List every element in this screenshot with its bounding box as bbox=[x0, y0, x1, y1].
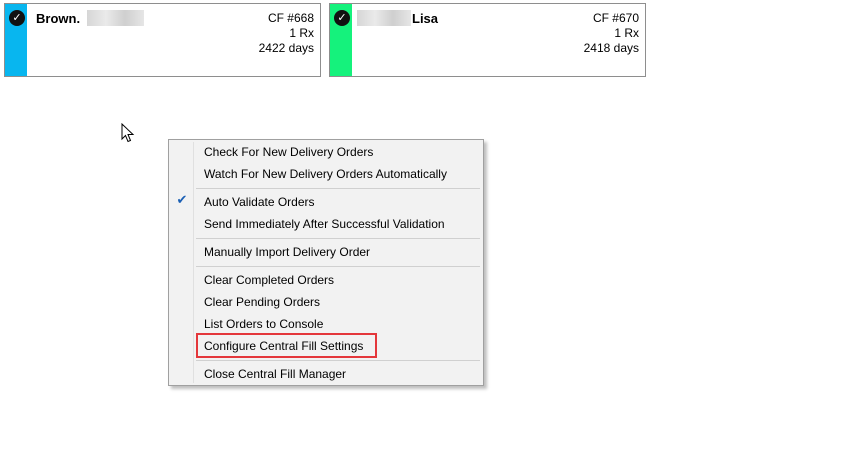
menu-item-manual-import[interactable]: Manually Import Delivery Order bbox=[204, 242, 370, 262]
menu-item-watch-new-orders[interactable]: Watch For New Delivery Orders Automatica… bbox=[204, 164, 447, 184]
rx-count: 1 Rx bbox=[289, 26, 314, 40]
menu-item-clear-pending[interactable]: Clear Pending Orders bbox=[204, 292, 320, 312]
patient-name: Brown. bbox=[36, 11, 81, 26]
menu-item-auto-validate[interactable]: Auto Validate Orders bbox=[204, 192, 315, 212]
menu-item-list-orders[interactable]: List Orders to Console bbox=[204, 314, 323, 334]
menu-separator bbox=[196, 360, 480, 361]
order-details: CF #670 1 Rx 2418 days bbox=[584, 11, 639, 56]
menu-item-send-immediately[interactable]: Send Immediately After Successful Valida… bbox=[204, 214, 445, 234]
menu-item-close-manager[interactable]: Close Central Fill Manager bbox=[204, 364, 346, 384]
menu-separator bbox=[196, 266, 480, 267]
order-card-lisa[interactable]: ✓ Lisa CF #670 1 Rx 2418 days bbox=[329, 3, 646, 77]
order-card-brown[interactable]: ✓ Brown. CF #668 1 Rx 2422 days bbox=[4, 3, 321, 77]
days-count: 2418 days bbox=[583, 41, 639, 55]
order-details: CF #668 1 Rx 2422 days bbox=[259, 11, 314, 56]
patient-name: Lisa bbox=[412, 11, 439, 26]
check-circle-icon: ✓ bbox=[334, 10, 350, 26]
redacted-name-part bbox=[357, 10, 411, 26]
checkmark-icon: ✔ bbox=[176, 192, 188, 207]
context-menu: Check For New Delivery Orders Watch For … bbox=[168, 139, 484, 386]
days-count: 2422 days bbox=[258, 41, 314, 55]
cf-number: CF #668 bbox=[267, 11, 314, 25]
menu-separator bbox=[196, 188, 480, 189]
menu-separator bbox=[196, 238, 480, 239]
highlight-box bbox=[196, 333, 377, 358]
menu-item-clear-completed[interactable]: Clear Completed Orders bbox=[204, 270, 334, 290]
redacted-name-part bbox=[87, 10, 144, 26]
cf-number: CF #670 bbox=[592, 11, 639, 25]
mouse-pointer-icon bbox=[121, 123, 135, 143]
rx-count: 1 Rx bbox=[614, 26, 639, 40]
menu-icon-gutter bbox=[193, 142, 194, 383]
check-circle-icon: ✓ bbox=[9, 10, 25, 26]
menu-item-check-new-orders[interactable]: Check For New Delivery Orders bbox=[204, 142, 373, 162]
